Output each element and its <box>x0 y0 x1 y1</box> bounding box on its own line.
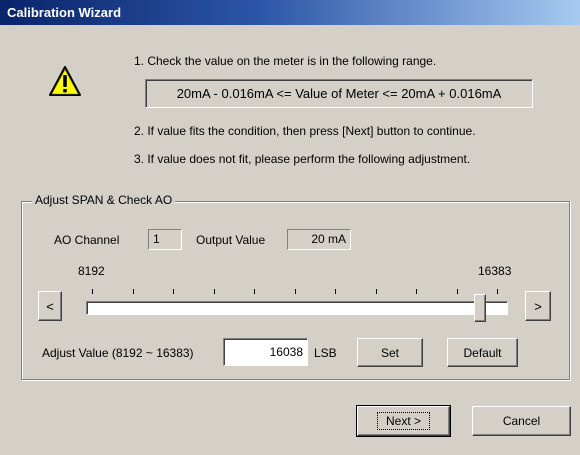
slider-tick <box>376 289 377 294</box>
window-title: Calibration Wizard <box>0 0 580 25</box>
ao-channel-label: AO Channel <box>54 233 120 247</box>
slider-tick <box>254 289 255 294</box>
adjust-value-input[interactable] <box>223 338 308 366</box>
slider-thumb[interactable] <box>474 294 486 322</box>
ao-channel-value: 1 <box>148 229 182 250</box>
adjust-value-label: Adjust Value (8192 ~ 16383) <box>42 346 194 360</box>
cancel-button[interactable]: Cancel <box>472 406 571 436</box>
slider-tick <box>497 289 498 294</box>
output-value-display: 20 mA <box>287 229 351 250</box>
step-2-text: 2. If value fits the condition, then pre… <box>134 124 476 138</box>
slider-left-button[interactable]: < <box>38 291 62 321</box>
adjust-span-legend: Adjust SPAN & Check AO <box>32 193 176 208</box>
slider-tick <box>214 289 215 294</box>
output-value-label: Output Value <box>196 233 266 247</box>
range-display: 20mA - 0.016mA <= Value of Meter <= 20mA… <box>145 79 533 108</box>
slider-tick <box>416 289 417 294</box>
slider-min-label: 8192 <box>78 264 105 278</box>
slider-track[interactable] <box>86 301 508 315</box>
set-button[interactable]: Set <box>357 338 423 367</box>
next-button-label: Next > <box>376 412 430 430</box>
slider-tick <box>92 289 93 294</box>
step-1-text: 1. Check the value on the meter is in th… <box>134 54 437 68</box>
default-button[interactable]: Default <box>447 338 518 367</box>
slider-right-button[interactable]: > <box>525 291 551 321</box>
next-button[interactable]: Next > <box>356 405 451 437</box>
step-3-text: 3. If value does not fit, please perform… <box>134 152 471 166</box>
unit-label: LSB <box>314 346 337 360</box>
slider-tick <box>335 289 336 294</box>
warning-icon <box>49 66 81 96</box>
slider-max-label: 16383 <box>478 264 512 278</box>
slider-tick <box>173 289 174 294</box>
slider-tick <box>457 289 458 294</box>
slider-tick <box>295 289 296 294</box>
slider-tick <box>133 289 134 294</box>
